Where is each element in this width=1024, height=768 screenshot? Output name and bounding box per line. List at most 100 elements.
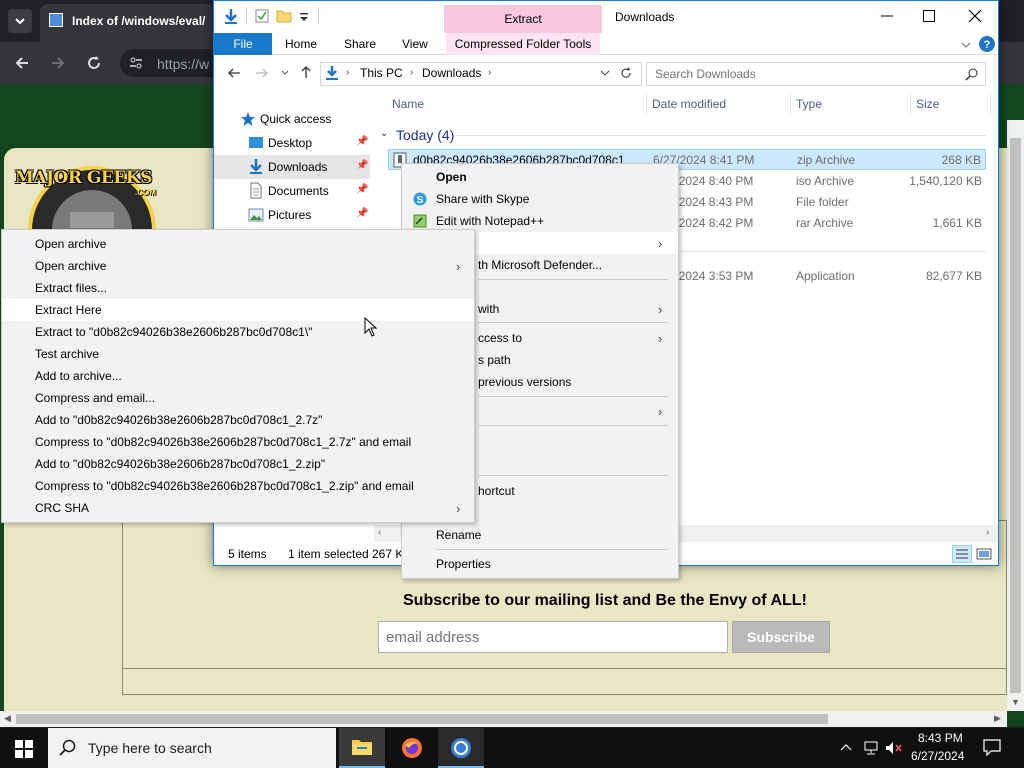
7zip-crc-sha[interactable]: CRC SHA › xyxy=(2,497,474,519)
download-quick-icon[interactable] xyxy=(222,7,240,25)
maximize-icon[interactable] xyxy=(922,9,936,23)
taskbar-chrome[interactable] xyxy=(438,728,484,768)
nav-quick-access-label: Quick access xyxy=(260,112,332,126)
menu-item-share-skype[interactable]: S Share with Skype xyxy=(402,188,678,210)
submenu-arrow-icon: › xyxy=(658,404,663,419)
subscribe-button[interactable]: Subscribe xyxy=(732,621,830,653)
close-icon[interactable] xyxy=(968,9,982,23)
tab-share[interactable]: Share xyxy=(344,37,376,51)
expand-ribbon-icon[interactable] xyxy=(960,40,972,50)
7zip-compress-and-email[interactable]: Compress and email... xyxy=(2,387,474,409)
column-name[interactable]: Name xyxy=(392,97,424,111)
7zip-extract-to-folder[interactable]: Extract to "d0b82c94026b38e2606b287bc0d7… xyxy=(2,321,474,343)
properties-quick-icon[interactable] xyxy=(254,8,270,24)
breadcrumb-separator-icon[interactable]: › xyxy=(346,67,349,78)
taskbar-firefox[interactable] xyxy=(389,728,435,768)
breadcrumb-downloads[interactable]: Downloads xyxy=(422,66,481,80)
email-field[interactable] xyxy=(378,621,728,653)
address-history-icon[interactable] xyxy=(600,68,610,78)
tab-home[interactable]: Home xyxy=(285,37,317,51)
pin-icon: 📌 xyxy=(356,208,369,219)
submenu-arrow-icon: › xyxy=(658,236,663,251)
forward-icon[interactable] xyxy=(48,53,68,73)
back-icon[interactable] xyxy=(226,65,242,81)
minimize-icon[interactable] xyxy=(880,9,894,23)
downloads-icon xyxy=(250,159,262,174)
7zip-extract-here[interactable]: Extract Here xyxy=(2,299,474,321)
back-icon[interactable] xyxy=(12,53,32,73)
7zip-add-to-7z[interactable]: Add to "d0b82c94026b38e2606b287bc0d708c1… xyxy=(2,409,474,431)
pin-icon: 📌 xyxy=(356,160,369,171)
clock-time[interactable]: 8:43 PM xyxy=(918,731,963,745)
menu-separator xyxy=(478,425,668,426)
search-input[interactable] xyxy=(646,62,986,86)
volume-muted-icon[interactable] xyxy=(884,740,904,756)
group-divider xyxy=(680,251,986,252)
menu-item-rename[interactable]: Rename xyxy=(402,524,678,546)
scroll-right-icon[interactable]: › xyxy=(986,527,989,538)
submenu-arrow-icon: › xyxy=(456,501,461,516)
svg-text:S: S xyxy=(417,195,424,206)
page-horizontal-scroll-thumb[interactable] xyxy=(16,714,828,724)
tab-view[interactable]: View xyxy=(402,37,428,51)
windows-start-icon[interactable] xyxy=(15,740,33,758)
7zip-open-archive[interactable]: Open archive xyxy=(2,233,474,255)
breadcrumb-separator-icon[interactable]: › xyxy=(488,67,491,78)
tab-compressed-folder-tools[interactable]: Compressed Folder Tools xyxy=(446,33,600,55)
large-icons-view-icon[interactable] xyxy=(976,547,992,561)
refresh-icon[interactable] xyxy=(618,65,634,81)
menu-item-properties[interactable]: Properties xyxy=(402,553,678,575)
nav-quick-access[interactable]: Quick access xyxy=(214,107,370,131)
nav-downloads[interactable]: Downloads 📌 xyxy=(214,155,370,179)
7zip-compress-zip-email[interactable]: Compress to "d0b82c94026b38e2606b287bc0d… xyxy=(2,475,474,497)
scroll-left-icon[interactable]: ◀ xyxy=(4,713,11,724)
column-date-modified[interactable]: Date modified xyxy=(652,97,726,111)
show-hidden-icons-chevron-icon[interactable] xyxy=(840,742,852,754)
column-size[interactable]: Size xyxy=(916,97,939,111)
reload-icon[interactable] xyxy=(84,53,104,73)
notifications-icon[interactable] xyxy=(983,738,1001,756)
tab-file[interactable]: File xyxy=(214,33,272,55)
forward-icon[interactable] xyxy=(254,65,270,81)
menu-item-label: Test archive xyxy=(35,347,100,361)
help-icon[interactable]: ? xyxy=(978,35,996,53)
details-view-icon[interactable] xyxy=(952,545,972,563)
7zip-open-archive-submenu[interactable]: Open archive › xyxy=(2,255,474,277)
breadcrumb-separator-icon[interactable]: › xyxy=(410,67,413,78)
nav-documents[interactable]: Documents 📌 xyxy=(214,179,370,203)
taskbar-file-explorer[interactable] xyxy=(339,728,385,768)
group-today[interactable]: Today (4) xyxy=(396,127,454,143)
desktop-icon xyxy=(249,137,263,148)
scroll-down-icon[interactable]: ▼ xyxy=(1011,697,1020,707)
breadcrumb-this-pc[interactable]: This PC xyxy=(360,66,403,80)
7zip-test-archive[interactable]: Test archive xyxy=(2,343,474,365)
site-settings-icon[interactable] xyxy=(128,55,144,71)
up-icon[interactable] xyxy=(298,64,314,80)
menu-item-open[interactable]: Open xyxy=(402,166,678,188)
menu-separator xyxy=(478,396,668,397)
status-item-count: 5 items xyxy=(228,547,267,561)
file-type: zip Archive xyxy=(797,153,856,167)
7zip-extract-files[interactable]: Extract files... xyxy=(2,277,474,299)
nav-pictures[interactable]: Pictures 📌 xyxy=(214,203,370,227)
scroll-right-icon[interactable]: ▶ xyxy=(994,713,1001,724)
new-folder-quick-icon[interactable] xyxy=(276,8,292,24)
customize-qat-icon[interactable] xyxy=(298,11,310,23)
7zip-add-to-zip[interactable]: Add to "d0b82c94026b38e2606b287bc0d708c1… xyxy=(2,453,474,475)
menu-separator xyxy=(436,549,668,550)
7zip-compress-7z-email[interactable]: Compress to "d0b82c94026b38e2606b287bc0d… xyxy=(2,431,474,453)
7zip-add-to-archive[interactable]: Add to archive... xyxy=(2,365,474,387)
group-collapse-icon[interactable]: ⌄ xyxy=(380,128,388,139)
logo-text: MAJOR GEEKS xyxy=(15,168,152,188)
clock-date[interactable]: 6/27/2024 xyxy=(911,749,964,763)
menu-separator xyxy=(478,475,668,476)
scroll-left-icon[interactable]: ‹ xyxy=(378,527,381,538)
page-vertical-scroll-thumb[interactable] xyxy=(1010,138,1021,693)
nav-desktop[interactable]: Desktop 📌 xyxy=(214,131,370,155)
ribbon-tabs xyxy=(214,33,998,55)
group-divider xyxy=(456,135,986,136)
recent-locations-icon[interactable] xyxy=(280,68,290,78)
network-icon[interactable] xyxy=(862,740,880,756)
tab-list-button[interactable] xyxy=(8,9,32,33)
column-type[interactable]: Type xyxy=(796,97,822,111)
